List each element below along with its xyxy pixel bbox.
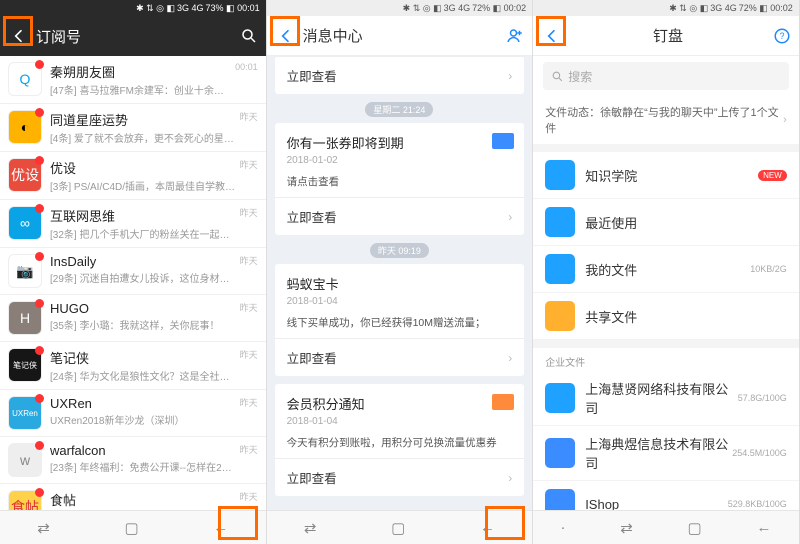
list-item[interactable]: 食帖 食帖[8条] 只有几十秒的日本美食广告，为啥总能... 昨天: [0, 484, 266, 510]
file-row[interactable]: 上海典煜信息技术有限公司254.5M/100G: [533, 426, 799, 481]
message-center: 立即查看›星期二 21:24你有一张券即将到期2018-01-02请点击查看立即…: [267, 56, 533, 510]
nav-recent-icon[interactable]: ⇄: [304, 519, 317, 537]
header: 消息中心: [267, 16, 533, 56]
list-item[interactable]: 优设 优设[3条] PS/AI/C4D/插画，本周最佳自学教程精... 昨天: [0, 152, 266, 200]
subscription-list: Q 秦朔朋友圈[47条] 喜马拉雅FM余建军：创业十余次，在... 00:01◐…: [0, 56, 266, 510]
view-now-button[interactable]: 立即查看›: [275, 338, 525, 376]
view-now-button[interactable]: 立即查看›: [275, 197, 525, 235]
status-bar: ✱ ⇅ ◎ ◧ 3G 4G 72% ◧ 00:02: [267, 0, 533, 16]
file-row[interactable]: 最近使用: [533, 199, 799, 246]
list-item[interactable]: 笔记侠 笔记侠[24条] 华为文化是狼性文化？这是全社会对我... 昨天: [0, 342, 266, 390]
phone-2: ✱ ⇅ ◎ ◧ 3G 4G 72% ◧ 00:02 消息中心 立即查看›星期二 …: [267, 0, 534, 544]
help-icon[interactable]: ?: [773, 27, 791, 45]
view-now-button[interactable]: 立即查看›: [275, 56, 525, 94]
search-icon[interactable]: [240, 27, 258, 45]
nav-home-icon[interactable]: ▢: [688, 519, 702, 537]
header: 订阅号: [0, 16, 266, 56]
header: 钉盘 ?: [533, 16, 799, 56]
page-title: 订阅号: [36, 26, 240, 47]
message-card: 会员积分通知2018-01-04今天有积分到账啦，用积分可兑换流量优惠券立即查看…: [275, 384, 525, 496]
file-row[interactable]: IShop529.8KB/100G: [533, 481, 799, 510]
page-title: 消息中心: [303, 25, 507, 46]
file-row[interactable]: 我的文件10KB/2G: [533, 246, 799, 293]
list-item[interactable]: UXRen UXRenUXRen2018新年沙龙（深圳） 昨天: [0, 390, 266, 437]
nav-back-icon[interactable]: ←: [756, 519, 771, 536]
back-button[interactable]: [275, 25, 297, 47]
svg-text:?: ?: [779, 31, 784, 41]
list-item[interactable]: 📷 InsDaily[29条] 沉迷自拍遭女儿投诉，这位身材火辣的... 昨天: [0, 248, 266, 295]
list-item[interactable]: ◐ 同道星座运势[4条] 爱了就不会放弃，更不会死心的星座！ 昨天: [0, 104, 266, 152]
nav-back-icon[interactable]: ←: [213, 519, 228, 536]
file-row[interactable]: 共享文件: [533, 293, 799, 340]
nav-bar: · ⇄ ▢ ←: [533, 510, 799, 544]
message-card: 你有一张券即将到期2018-01-02请点击查看立即查看›: [275, 123, 525, 235]
add-contact-icon[interactable]: [506, 27, 524, 45]
nav-recent-icon[interactable]: ⇄: [37, 519, 50, 537]
view-now-button[interactable]: 立即查看›: [275, 458, 525, 496]
nav-bar: ⇄ ▢ ←: [0, 510, 266, 544]
message-card: 蚂蚁宝卡2018-01-04线下买单成功，你已经获得10M赠送流量；立即查看›: [275, 264, 525, 376]
search-placeholder: 搜索: [568, 68, 592, 85]
nav-back-icon[interactable]: ←: [480, 519, 495, 536]
status-bar: ✱ ⇅ ◎ ◧ 3G 4G 73% ◧ 00:01: [0, 0, 266, 16]
search-input[interactable]: 搜索: [543, 62, 789, 90]
nav-dot-icon[interactable]: ·: [561, 519, 566, 536]
file-row[interactable]: 知识学院NEW: [533, 152, 799, 199]
phone-1: ✱ ⇅ ◎ ◧ 3G 4G 73% ◧ 00:01 订阅号 Q 秦朔朋友圈[47…: [0, 0, 267, 544]
nav-recent-icon[interactable]: ⇄: [620, 519, 633, 537]
list-item[interactable]: H HUGO[35条] 李小璐：我就这样，关你屁事！ 昨天: [0, 295, 266, 342]
page-title: 钉盘: [563, 25, 773, 46]
dingpan-content: 搜索 文件动态：徐敏静在“与我的聊天中”上传了1个文件 › 知识学院NEW最近使…: [533, 56, 799, 510]
phone-3: ✱ ⇅ ◎ ◧ 3G 4G 72% ◧ 00:02 钉盘 ? 搜索 文件动态：徐…: [533, 0, 800, 544]
list-item[interactable]: ∞ 互联网思维[32条] 把几个手机大厂的粉丝关在一起炼蛊，... 昨天: [0, 200, 266, 248]
back-button[interactable]: [541, 25, 563, 47]
file-row[interactable]: 上海慧贤网络科技有限公司57.8G/100G: [533, 371, 799, 426]
status-bar: ✱ ⇅ ◎ ◧ 3G 4G 72% ◧ 00:02: [533, 0, 799, 16]
back-button[interactable]: [8, 25, 30, 47]
corp-section-title: 企业文件: [533, 348, 799, 371]
file-activity-notice[interactable]: 文件动态：徐敏静在“与我的聊天中”上传了1个文件 ›: [533, 96, 799, 152]
list-item[interactable]: w warfalcon[23条] 年终福利：免费公开课--怎样在2018... …: [0, 437, 266, 484]
nav-bar: ⇄ ▢ ←: [267, 510, 533, 544]
nav-home-icon[interactable]: ▢: [124, 519, 138, 537]
list-item[interactable]: Q 秦朔朋友圈[47条] 喜马拉雅FM余建军：创业十余次，在... 00:01: [0, 56, 266, 104]
nav-home-icon[interactable]: ▢: [391, 519, 405, 537]
